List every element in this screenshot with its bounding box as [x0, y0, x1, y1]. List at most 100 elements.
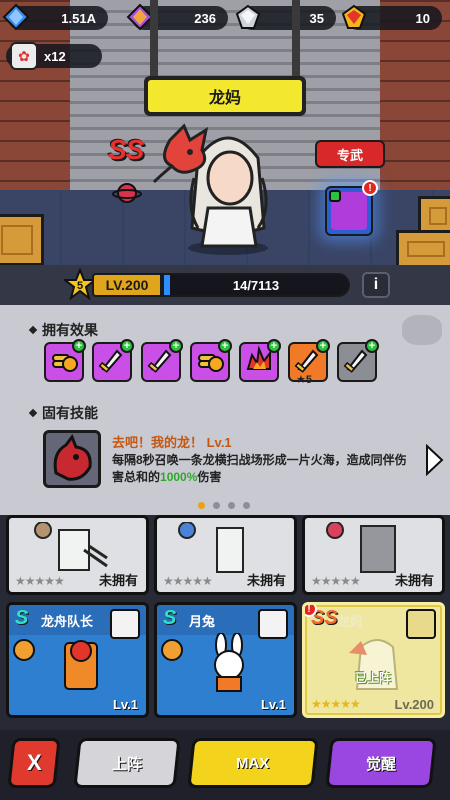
- deploy-button[interactable]: 上阵: [73, 738, 181, 788]
- heart-icon: [329, 190, 341, 202]
- exclusive-weapon-label: 专武: [336, 147, 363, 163]
- hero-card-locked[interactable]: ★★★★★ 未拥有: [154, 515, 297, 595]
- crate-right-bottom: [396, 230, 450, 265]
- resource-value: 236: [194, 10, 216, 26]
- card-rank: S: [163, 607, 177, 629]
- hero-card-moon-rabbit[interactable]: S 月兔 Lv.1: [154, 602, 297, 718]
- card-not-owned: 未拥有: [394, 573, 434, 588]
- star-count: 5: [77, 280, 83, 292]
- hero-level: LV.200: [92, 273, 162, 297]
- resource-purple-gem: 236: [126, 3, 228, 31]
- ticket-count: x12: [44, 48, 66, 64]
- hero-name: 龙妈: [208, 90, 241, 107]
- plus-icon: +: [218, 339, 232, 353]
- plus-icon: +: [267, 339, 281, 353]
- dragon-skill-icon[interactable]: [43, 430, 101, 488]
- skill-damage-percent: 1000%: [160, 470, 198, 484]
- silver-gem-icon: [234, 3, 262, 31]
- awaken-button[interactable]: 觉醒: [325, 738, 437, 788]
- hero-card-locked[interactable]: ★★★★★ 未拥有: [6, 515, 149, 595]
- bullet-icon: [28, 325, 38, 335]
- effect-sword-1[interactable]: +: [92, 339, 134, 382]
- orange-planet-icon: [13, 639, 35, 661]
- blue-gem-icon: [2, 3, 30, 31]
- max-button[interactable]: MAX: [187, 738, 319, 788]
- panel-decoration: [402, 315, 442, 345]
- card-rank: S: [15, 607, 29, 629]
- exp-text: 14/7113: [232, 277, 280, 293]
- card-level: Lv.1: [260, 697, 286, 712]
- skill-section-title: 固有技能: [28, 403, 98, 423]
- hero-card-locked[interactable]: ★★★★★ 未拥有: [302, 515, 445, 595]
- awaken-label: 觉醒: [365, 755, 396, 773]
- pager-dot[interactable]: [198, 502, 205, 509]
- hero-name-sign: 龙妈: [144, 76, 306, 116]
- skill-desc-text: 每隔8秒召唤一条龙横扫战场形成一片火海，造成同伴伤害总和的: [112, 453, 407, 484]
- deploy-label: 上阵: [111, 755, 142, 773]
- effect-sword-2[interactable]: +: [141, 339, 183, 382]
- exclusive-weapon-button[interactable]: 专武: [315, 140, 385, 168]
- ticket-icon: ✿: [10, 42, 38, 70]
- skill-description: 每隔8秒召唤一条龙横扫战场形成一片火海，造成同伴伤害总和的1000%伤害: [112, 452, 412, 486]
- plus-icon: +: [316, 339, 330, 353]
- resource-value: 10: [415, 10, 430, 26]
- brick-wall-right: [380, 0, 450, 200]
- skill-name: 去吧！我的龙！ Lv.1: [112, 435, 232, 450]
- skill-desc-suffix: 伤害: [197, 470, 222, 484]
- card-level: Lv.200: [394, 697, 434, 712]
- resource-blue-gem: 1.51A: [2, 3, 108, 31]
- effect-gold-coin-0[interactable]: +: [44, 339, 86, 382]
- effect-gold-coin-3[interactable]: +: [190, 339, 232, 382]
- effect-star-count: ★5: [296, 374, 312, 386]
- gold-gem-icon: [340, 3, 368, 31]
- hero-silhouette: [178, 522, 244, 573]
- info-button[interactable]: i: [362, 272, 390, 298]
- pager-dot[interactable]: [228, 502, 235, 509]
- card-stars: ★★★★★: [163, 574, 213, 588]
- effects-section-title: 拥有效果: [28, 320, 98, 340]
- crate-left: [0, 214, 44, 265]
- card-hero-name: 月兔: [189, 614, 216, 629]
- skill-title-text: 固有技能: [42, 405, 98, 421]
- effect-sword-5[interactable]: + ★5: [288, 339, 330, 386]
- pager-dot[interactable]: [213, 502, 220, 509]
- exp-bar: 14/7113: [162, 273, 350, 297]
- effect-fire-4[interactable]: +: [239, 339, 281, 382]
- card-stars: ★★★★★: [311, 697, 361, 711]
- effect-sword-6[interactable]: +: [337, 339, 379, 382]
- exclusive-weapon-card[interactable]: !: [325, 180, 378, 236]
- hero-portrait: [214, 633, 244, 692]
- resource-value: 1.51A: [61, 10, 96, 26]
- effects-title-text: 拥有效果: [42, 322, 98, 338]
- hero-rank-badge: SS: [108, 134, 144, 165]
- orange-planet-icon: [161, 639, 183, 661]
- hero-card-dragon-boat-captain[interactable]: S 龙舟队长 Lv.1: [6, 602, 149, 718]
- summon-ticket-counter: ✿ x12: [6, 42, 102, 70]
- card-not-owned: 未拥有: [246, 573, 286, 588]
- close-icon: X: [26, 750, 42, 775]
- resource-silver-gem: 35: [235, 4, 336, 30]
- card-stars: ★★★★★: [15, 574, 65, 588]
- next-skill-arrow-icon[interactable]: [424, 444, 444, 476]
- sign-chain-left: [150, 0, 158, 82]
- deployed-status: 已上阵: [355, 671, 392, 685]
- hero-level-text: LV.200: [105, 277, 149, 293]
- sign-chain-right: [292, 0, 300, 82]
- bullet-icon: [28, 408, 38, 418]
- hero-silhouette: [34, 522, 108, 571]
- card-not-owned: 未拥有: [98, 573, 138, 588]
- card-hero-name: 龙舟队长: [41, 614, 94, 629]
- close-button[interactable]: X: [7, 738, 61, 788]
- dragon-weapon-icon: [406, 609, 436, 639]
- plus-icon: +: [365, 339, 379, 353]
- card-level: Lv.1: [112, 697, 138, 712]
- plus-icon: +: [169, 339, 183, 353]
- card-hero-name: 龙妈: [337, 614, 364, 629]
- plus-icon: +: [120, 339, 134, 353]
- torch-weapon-icon: [110, 609, 140, 639]
- skill-pager: [198, 502, 250, 509]
- info-icon: i: [373, 276, 379, 293]
- planet-icon: [112, 183, 142, 203]
- pager-dot[interactable]: [243, 502, 250, 509]
- hero-card-dragon-mother-selected[interactable]: SS 龙妈 已上阵 ! ★★★★★ Lv.200: [302, 602, 445, 718]
